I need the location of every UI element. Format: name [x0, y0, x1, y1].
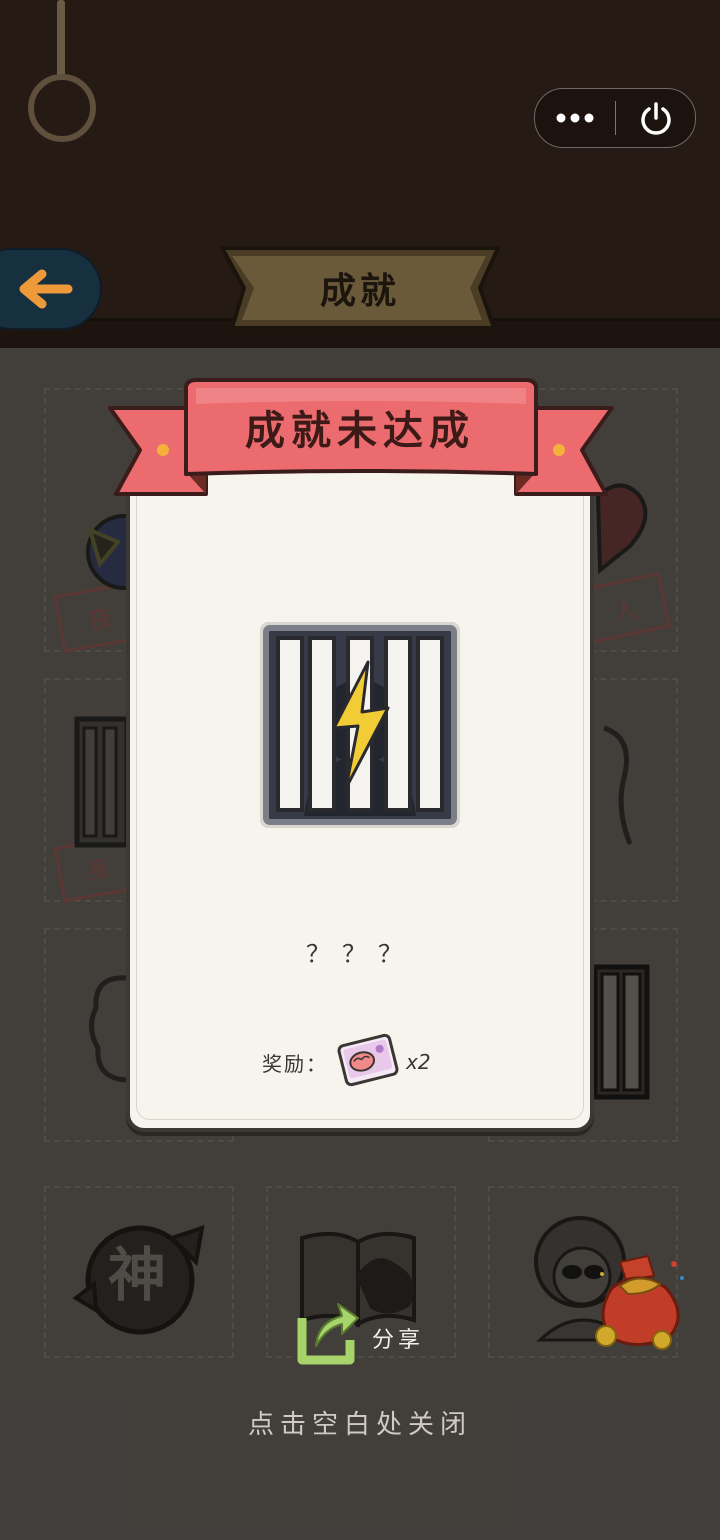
power-icon	[640, 102, 671, 135]
share-button[interactable]: 分享	[292, 1296, 442, 1376]
arrow-left-icon	[19, 269, 73, 309]
back-button[interactable]	[0, 248, 102, 330]
locked-cage-icon	[260, 622, 460, 828]
share-arrow-icon	[297, 1303, 359, 1365]
page-title: 成就	[319, 271, 400, 312]
hanging-hook-icon	[57, 0, 65, 78]
mini-program-capsule	[534, 88, 696, 148]
close-hint: 点击空白处关闭	[247, 1410, 472, 1440]
reward-count: x2	[406, 1050, 431, 1074]
more-button[interactable]	[535, 89, 615, 147]
achievement-name: ？？？	[306, 940, 414, 968]
brain-card-icon	[337, 1033, 399, 1087]
share-label: 分享	[372, 1328, 425, 1353]
modal-title: 成就未达成	[245, 408, 475, 454]
reward-label: 奖励：	[262, 1052, 328, 1076]
more-dots-icon	[556, 113, 594, 123]
exit-button[interactable]	[616, 89, 695, 147]
hook-ring-icon	[28, 74, 96, 142]
